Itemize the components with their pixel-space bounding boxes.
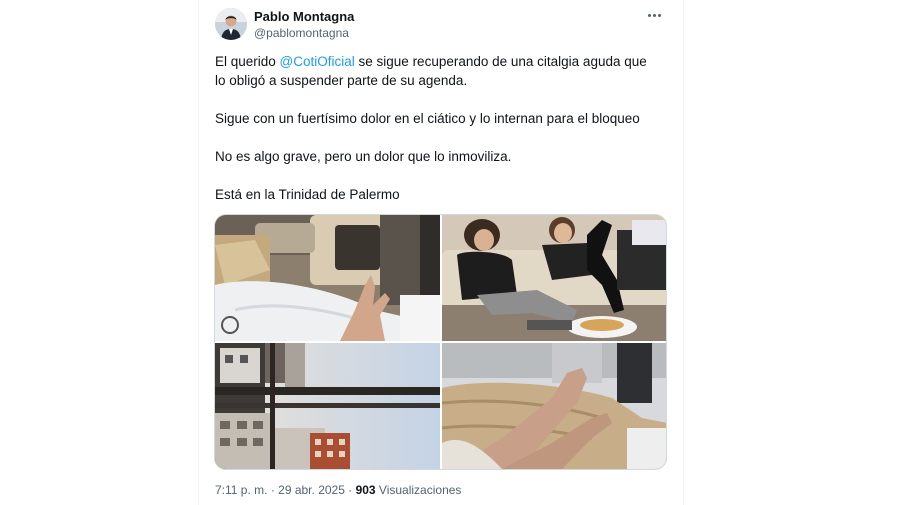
tweet-card: Pablo Montagna @pablomontagna El querido… [198, 0, 684, 505]
tweet-time[interactable]: 7:11 p. m. [215, 483, 267, 497]
views-count: 903 [355, 483, 376, 497]
author-handle[interactable]: @pablomontagna [254, 26, 349, 40]
tweet-paragraph-2: Sigue con un fuertísimo dolor en el ciát… [215, 111, 640, 126]
more-options-icon[interactable] [643, 6, 665, 24]
tweet-paragraph-1-line-2: lo obligó a suspender parte de su agenda… [215, 73, 468, 88]
tweet-paragraph-1: El querido @CotiOficial se sigue recuper… [215, 54, 647, 69]
tweet-metadata: 7:11 p. m. · 29 abr. 2025 · 903 Visualiz… [215, 483, 462, 497]
tweet-text: El querido @CotiOficial se sigue recuper… [215, 52, 667, 204]
tweet-date[interactable]: 29 abr. 2025 [278, 483, 345, 497]
profile-photo-icon [215, 8, 247, 40]
mention-link[interactable]: @CotiOficial [280, 54, 355, 69]
two-women-on-sofa-photo[interactable] [442, 215, 666, 341]
media-grid [214, 214, 667, 470]
window-city-buildings-photo[interactable] [215, 343, 440, 469]
legs-on-hospital-bed-photo[interactable] [442, 343, 666, 469]
tweet-paragraph-3: No es algo grave, pero un dolor que lo i… [215, 149, 512, 164]
author-avatar[interactable] [215, 8, 247, 40]
hospital-room-hand-gesture-photo[interactable] [215, 215, 440, 341]
author-name[interactable]: Pablo Montagna [254, 9, 354, 24]
views-label: Visualizaciones [375, 483, 462, 497]
tweet-paragraph-4: Está en la Trinidad de Palermo [215, 187, 400, 202]
